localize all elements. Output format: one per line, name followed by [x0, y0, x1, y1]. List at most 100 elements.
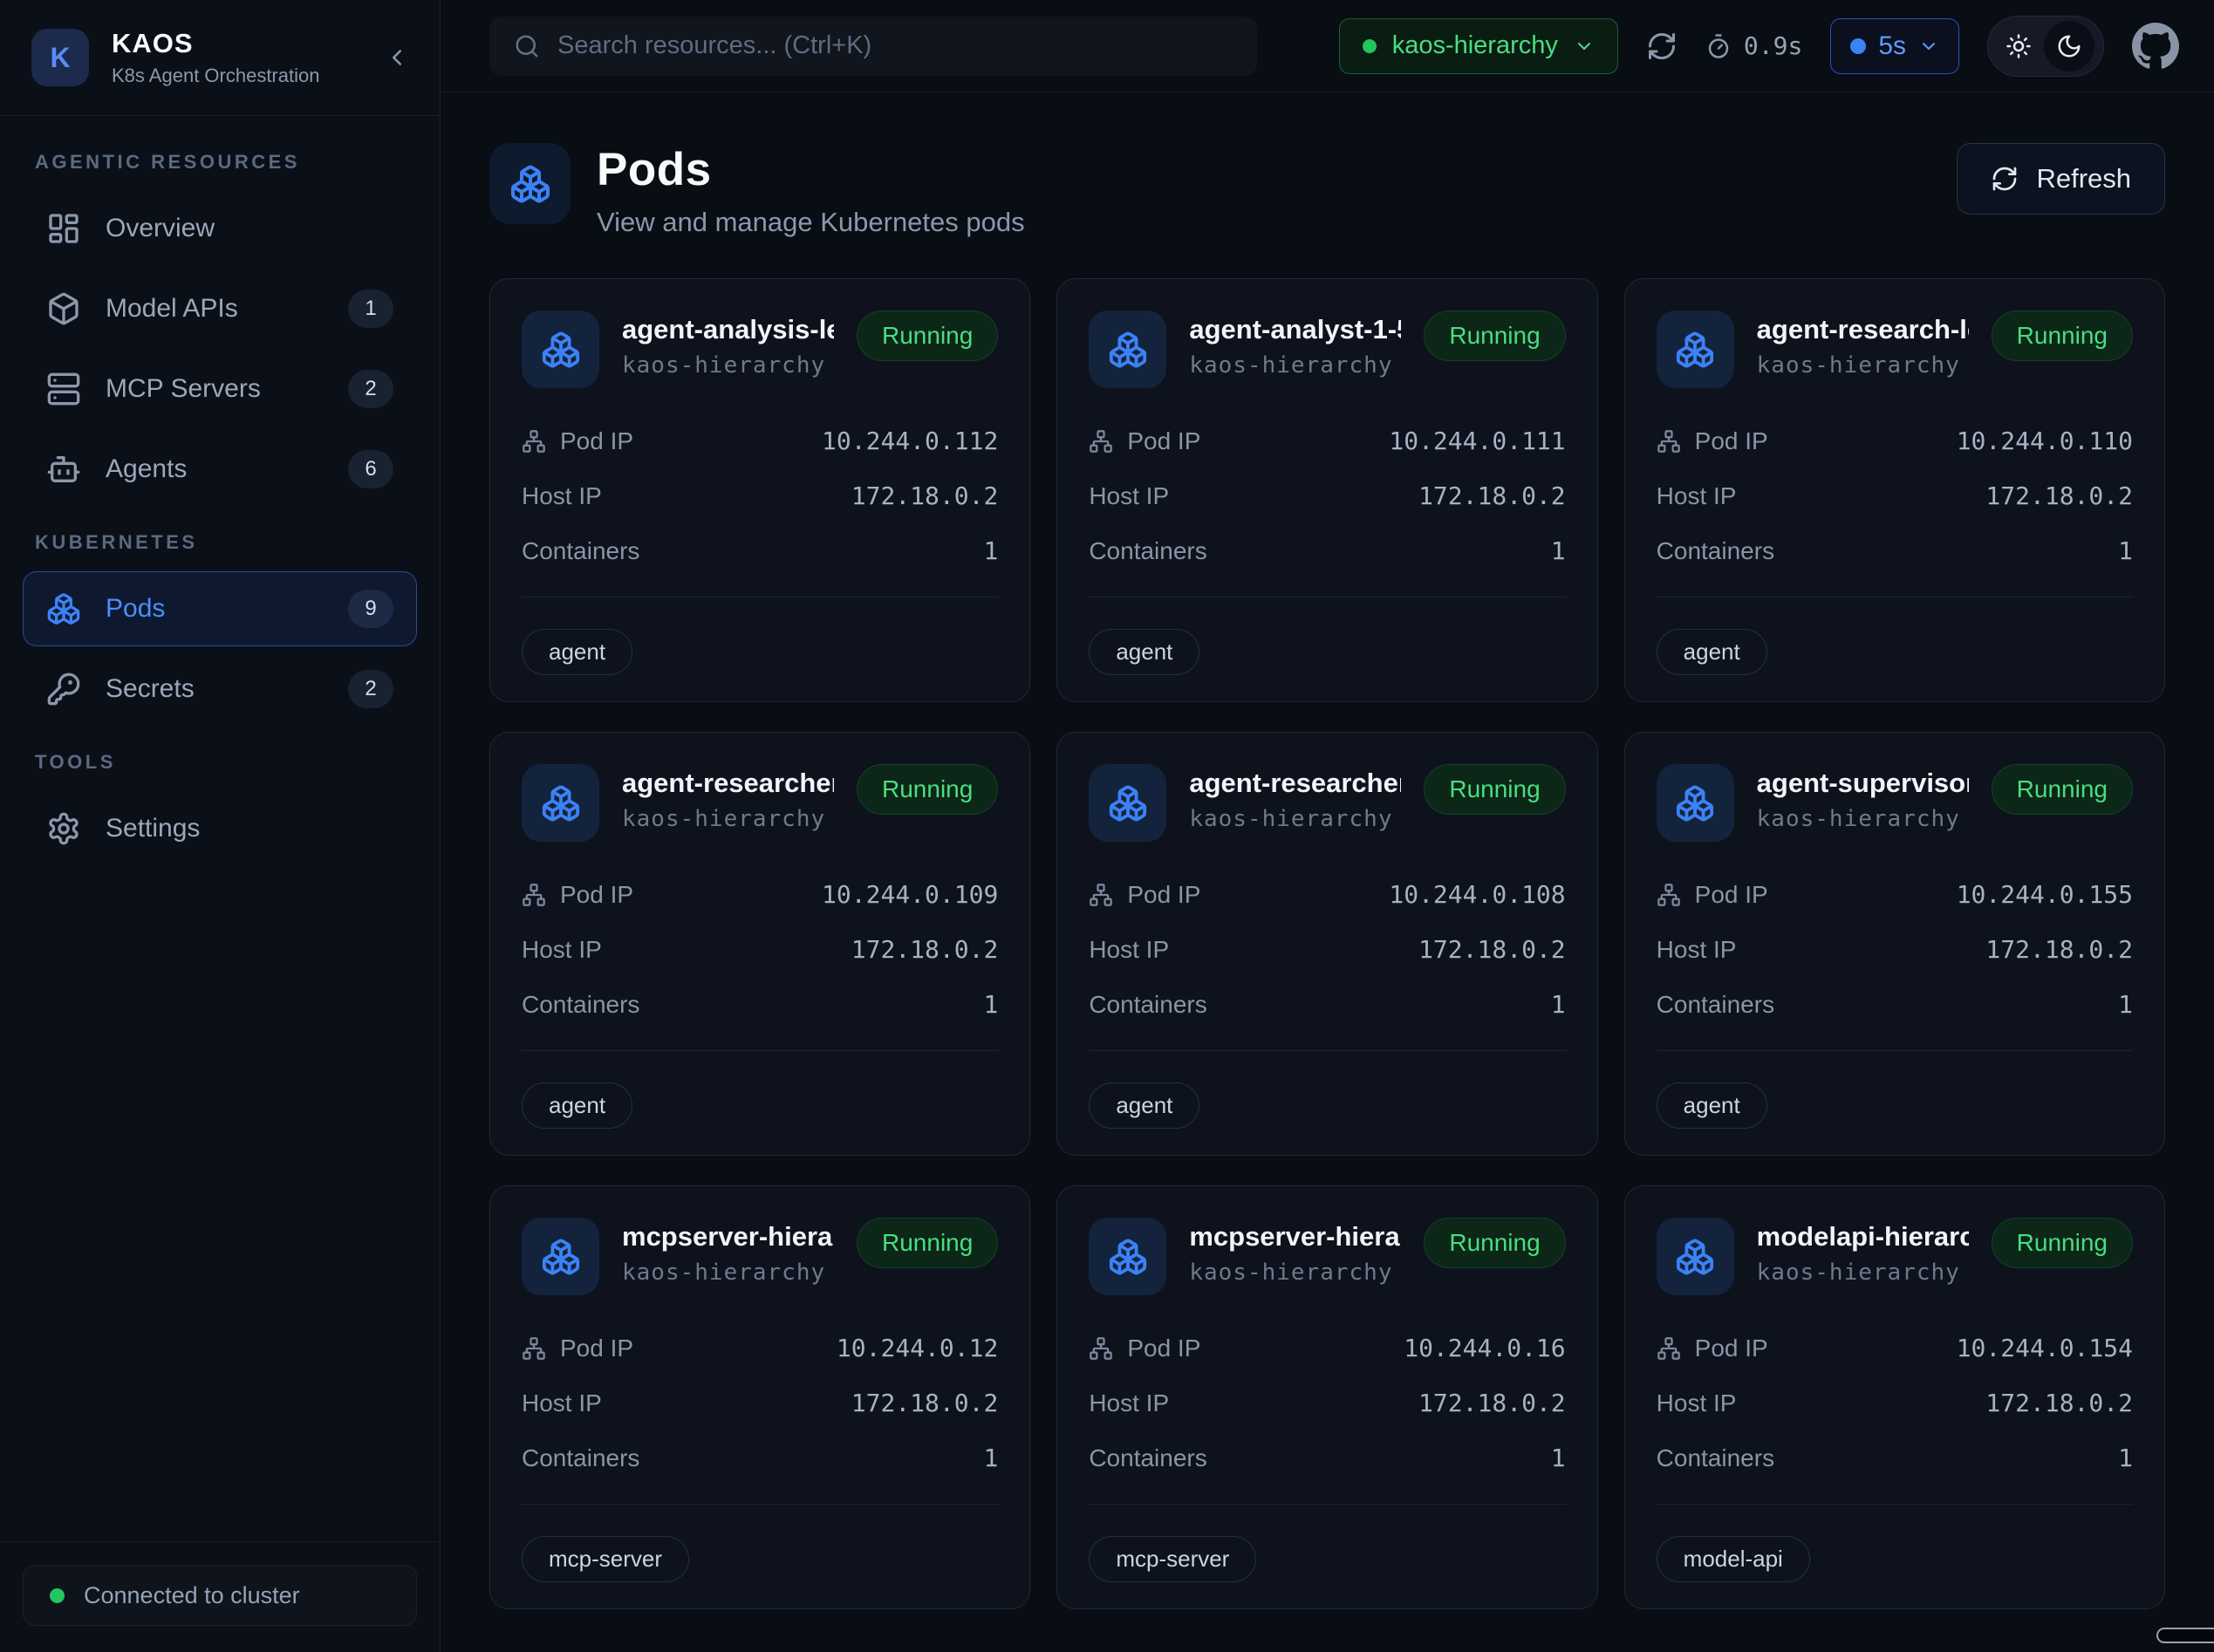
sidebar-item-overview[interactable]: Overview: [23, 191, 417, 266]
pod-icon-box: [1089, 764, 1166, 842]
container-tag: agent: [1657, 1082, 1767, 1129]
sidebar-item-pods[interactable]: Pods 9: [23, 571, 417, 646]
refresh-icon: [1646, 31, 1678, 62]
pod-ip-label: Pod IP: [1695, 427, 1768, 455]
containers-label: Containers: [522, 1444, 639, 1472]
host-ip-value: 172.18.0.2: [851, 481, 999, 510]
pod-ip-value: 10.244.0.154: [1957, 1334, 2133, 1362]
containers-value: 1: [1551, 536, 1566, 565]
sidebar-item-agents[interactable]: Agents 6: [23, 432, 417, 507]
pod-card[interactable]: mcpserver-hierarch… kaos-hierarchy Runni…: [1056, 1185, 1597, 1609]
pod-details: Pod IP 10.244.0.155 Host IP 172.18.0.2 C…: [1657, 880, 2133, 1019]
boxes-icon: [1108, 1237, 1148, 1277]
sun-icon: [2006, 33, 2032, 59]
search-input[interactable]: [557, 31, 1233, 60]
refresh-icon: [1991, 165, 2019, 193]
container-tags: agent: [1089, 1082, 1565, 1129]
dark-theme-button[interactable]: [2044, 21, 2094, 72]
pod-ip-value: 10.244.0.155: [1957, 880, 2133, 909]
pod-name: mcpserver-hierarch…: [1189, 1221, 1401, 1253]
container-tag: agent: [1089, 629, 1199, 675]
sidebar-item-mcp-servers[interactable]: MCP Servers 2: [23, 352, 417, 427]
containers-value: 1: [2118, 1444, 2133, 1472]
pod-name-block: agent-analyst-1-59f… kaos-hierarchy: [1189, 311, 1401, 379]
host-ip-value: 172.18.0.2: [851, 1389, 999, 1417]
horizontal-scrollbar-thumb[interactable]: [2156, 1628, 2214, 1643]
host-ip-label: Host IP: [1089, 1389, 1169, 1417]
pod-ip-label: Pod IP: [1127, 1335, 1200, 1362]
pod-card-header: modelapi-hierarchy… kaos-hierarchy Runni…: [1657, 1218, 2133, 1295]
pod-card[interactable]: agent-analysis-lead… kaos-hierarchy Runn…: [489, 278, 1030, 702]
sidebar-item-label: Pods: [106, 594, 165, 624]
sidebar-collapse-button[interactable]: [384, 44, 410, 71]
github-link[interactable]: [2132, 23, 2179, 70]
refresh-button[interactable]: Refresh: [1957, 143, 2165, 215]
pod-ip-value: 10.244.0.108: [1389, 880, 1565, 909]
pod-ip-row: Pod IP 10.244.0.155: [1657, 880, 2133, 909]
refresh-now-button[interactable]: [1646, 31, 1678, 62]
theme-toggle: [1987, 16, 2104, 77]
boxes-icon: [541, 783, 581, 823]
pod-name-block: agent-researcher-2… kaos-hierarchy: [1189, 764, 1401, 832]
pod-ip-label: Pod IP: [560, 427, 633, 455]
pod-card[interactable]: agent-supervisor-7… kaos-hierarchy Runni…: [1624, 732, 2165, 1156]
host-ip-row: Host IP 172.18.0.2: [1089, 481, 1565, 510]
pod-ip-row: Pod IP 10.244.0.111: [1089, 427, 1565, 455]
pod-name-block: agent-researcher-1-… kaos-hierarchy: [622, 764, 834, 832]
pod-icon-box: [522, 1218, 599, 1295]
containers-value: 1: [2118, 536, 2133, 565]
containers-label: Containers: [1089, 1444, 1206, 1472]
boxes-icon: [541, 330, 581, 370]
pod-namespace: kaos-hierarchy: [1189, 806, 1401, 832]
network-icon: [1657, 883, 1681, 907]
containers-value: 1: [2118, 990, 2133, 1019]
page-subtitle: View and manage Kubernetes pods: [597, 207, 1025, 238]
sidebar-header: K KAOS K8s Agent Orchestration: [0, 0, 440, 116]
boxes-icon: [1108, 330, 1148, 370]
pod-card[interactable]: mcpserver-hierarch… kaos-hierarchy Runni…: [489, 1185, 1030, 1609]
sidebar-item-model-apis[interactable]: Model APIs 1: [23, 271, 417, 346]
network-icon: [1089, 883, 1113, 907]
pod-ip-row: Pod IP 10.244.0.112: [522, 427, 998, 455]
container-tags: mcp-server: [1089, 1536, 1565, 1582]
pod-name-block: mcpserver-hierarch… kaos-hierarchy: [1189, 1218, 1401, 1286]
pod-card[interactable]: modelapi-hierarchy… kaos-hierarchy Runni…: [1624, 1185, 2165, 1609]
light-theme-button[interactable]: [1993, 21, 2044, 72]
status-badge: Running: [1424, 764, 1565, 815]
pod-card[interactable]: agent-researcher-2… kaos-hierarchy Runni…: [1056, 732, 1597, 1156]
server-icon: [46, 372, 81, 406]
pod-name: agent-researcher-1-…: [622, 768, 834, 799]
status-badge: Running: [857, 764, 998, 815]
pod-namespace: kaos-hierarchy: [622, 806, 834, 832]
pod-card[interactable]: agent-analyst-1-59f… kaos-hierarchy Runn…: [1056, 278, 1597, 702]
container-tag: agent: [1089, 1082, 1199, 1129]
namespace-selector[interactable]: kaos-hierarchy: [1339, 18, 1618, 74]
containers-label: Containers: [1657, 991, 1774, 1019]
pod-ip-label: Pod IP: [1695, 881, 1768, 909]
pod-card[interactable]: agent-researcher-1-… kaos-hierarchy Runn…: [489, 732, 1030, 1156]
divider: [522, 1050, 998, 1051]
pod-name: agent-researcher-2…: [1189, 768, 1401, 799]
sidebar-item-secrets[interactable]: Secrets 2: [23, 652, 417, 727]
containers-label: Containers: [1657, 1444, 1774, 1472]
pod-name-block: modelapi-hierarchy… kaos-hierarchy: [1757, 1218, 1969, 1286]
host-ip-label: Host IP: [1657, 482, 1737, 510]
sidebar-item-settings[interactable]: Settings: [23, 791, 417, 866]
poll-interval-selector[interactable]: 5s: [1830, 18, 1959, 74]
boxes-icon: [541, 1237, 581, 1277]
pod-card-header: mcpserver-hierarch… kaos-hierarchy Runni…: [1089, 1218, 1565, 1295]
pod-card[interactable]: agent-research-lea… kaos-hierarchy Runni…: [1624, 278, 2165, 702]
network-icon: [522, 1336, 546, 1361]
host-ip-label: Host IP: [522, 482, 602, 510]
pod-card-header: agent-research-lea… kaos-hierarchy Runni…: [1657, 311, 2133, 388]
status-dot-icon: [50, 1588, 65, 1603]
pod-namespace: kaos-hierarchy: [1757, 1259, 1969, 1286]
refresh-duration-value: 0.9s: [1744, 31, 1802, 60]
pod-namespace: kaos-hierarchy: [1757, 806, 1969, 832]
pod-icon-box: [522, 764, 599, 842]
containers-label: Containers: [1657, 537, 1774, 565]
containers-row: Containers 1: [1089, 990, 1565, 1019]
host-ip-value: 172.18.0.2: [851, 935, 999, 964]
count-badge: 6: [348, 450, 393, 488]
pod-icon-box: [1657, 1218, 1734, 1295]
